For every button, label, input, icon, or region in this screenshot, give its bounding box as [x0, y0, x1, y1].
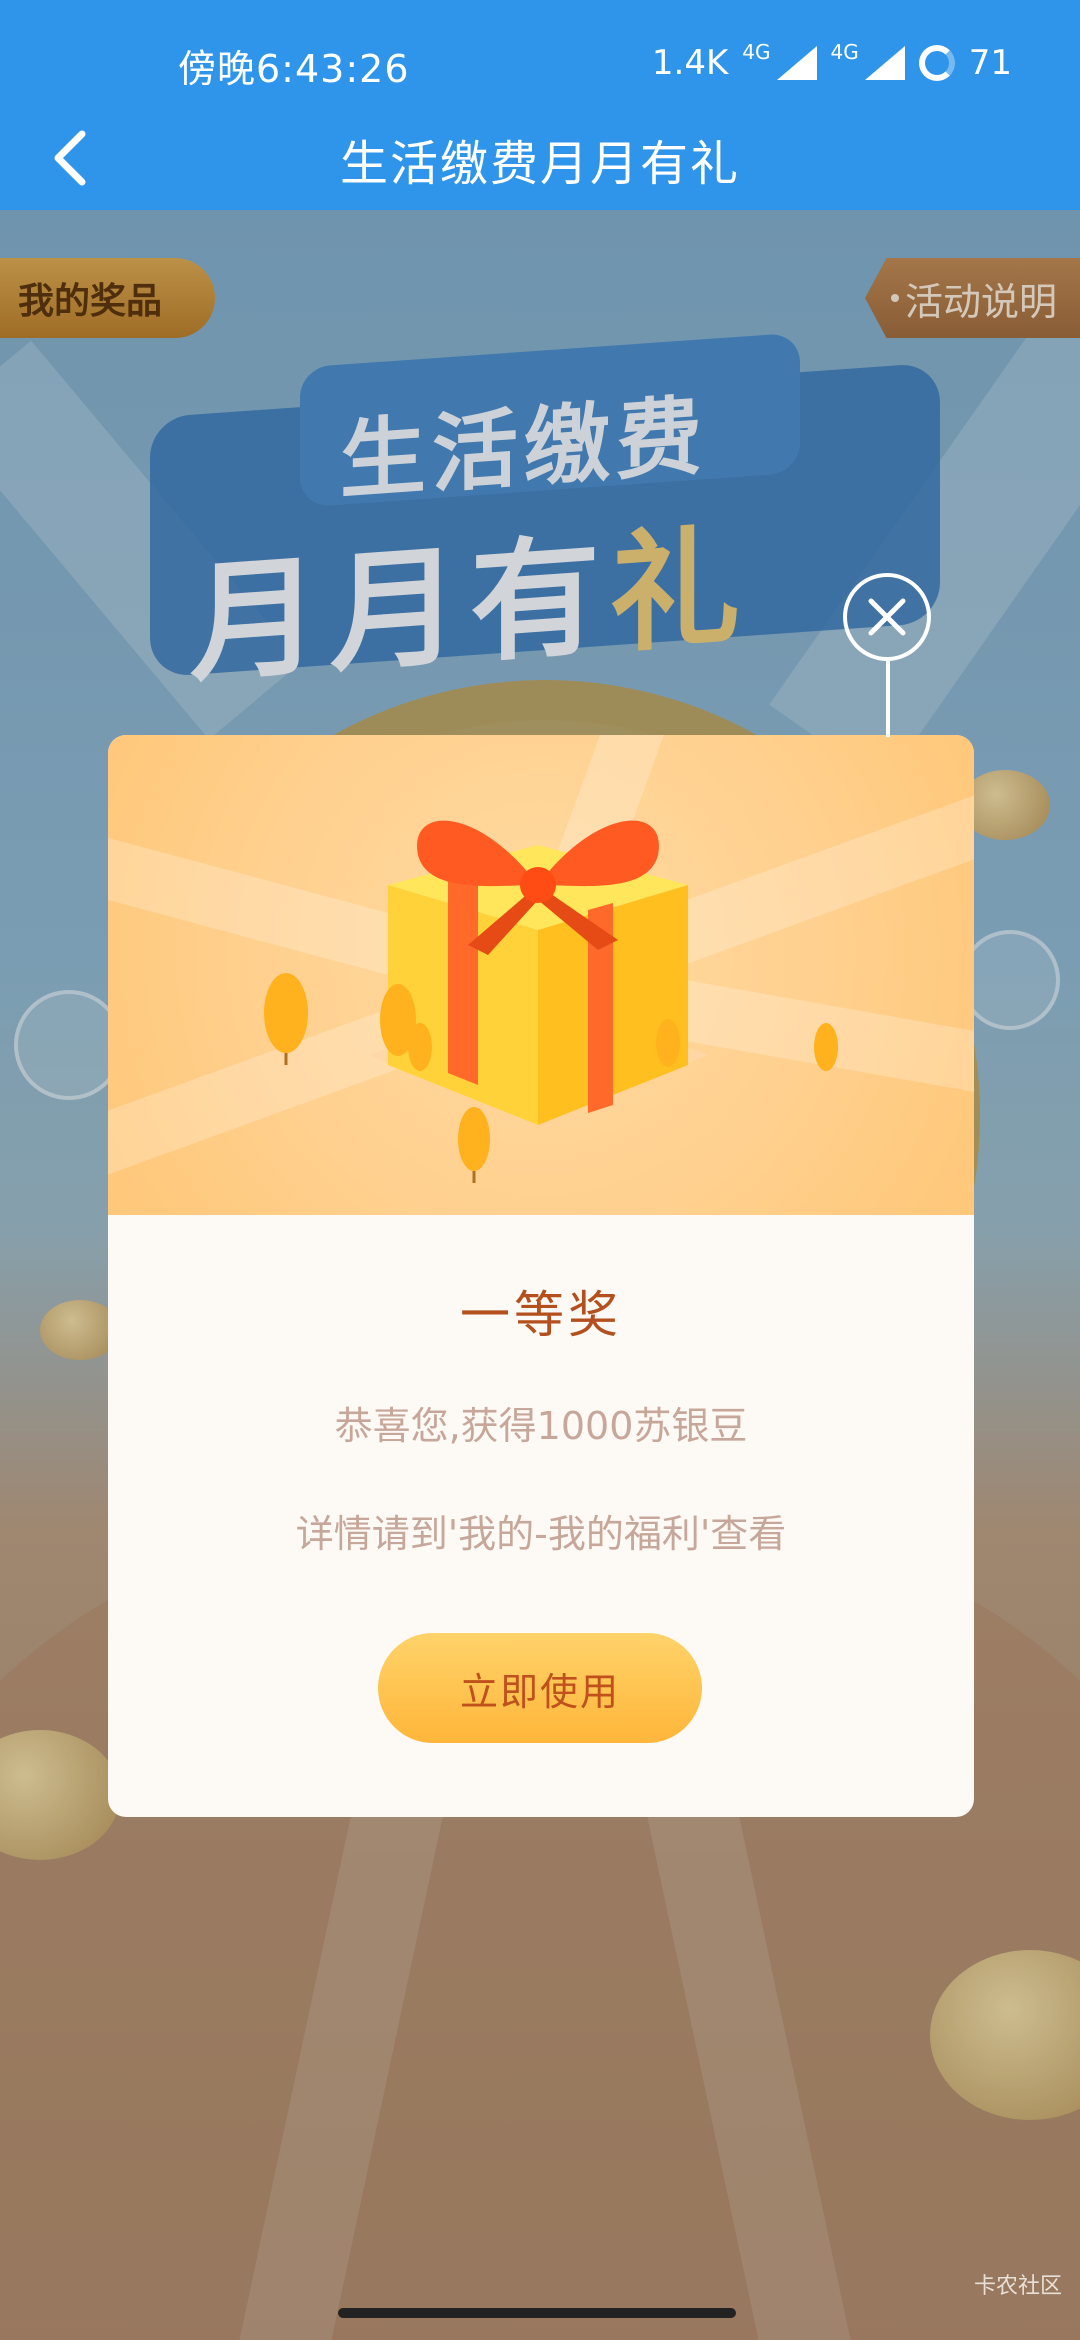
home-indicator[interactable] — [338, 2308, 736, 2318]
prize-title: 一等奖 — [460, 1286, 622, 1344]
prize-dialog: 一等奖 恭喜您,获得1000苏银豆 详情请到'我的-我的福利'查看 立即使用 — [108, 735, 974, 1817]
battery-level: 71 — [968, 43, 1012, 83]
gift-box-icon — [264, 820, 838, 1183]
status-bar: 傍晚6:43:26 1.4K 4G 4G 71 — [0, 0, 1080, 120]
status-time: 傍晚6:43:26 — [178, 47, 410, 91]
nav-bar: 生活缴费月月有礼 — [0, 110, 1080, 210]
prize-description: 恭喜您,获得1000苏银豆 — [334, 1404, 748, 1448]
prize-instructions: 详情请到'我的-我的福利'查看 — [295, 1512, 787, 1556]
network-type-2: 4G — [830, 40, 859, 64]
app-header: 傍晚6:43:26 1.4K 4G 4G 71 生活缴费月月有礼 — [0, 0, 1080, 210]
use-now-button[interactable]: 立即使用 — [378, 1633, 702, 1743]
dialog-hero — [108, 735, 974, 1215]
signal-icon — [776, 46, 817, 80]
battery-icon — [918, 45, 955, 81]
close-icon — [868, 598, 906, 636]
watermark: 卡农社区 — [973, 2274, 1062, 2299]
page-title: 生活缴费月月有礼 — [339, 136, 740, 192]
network-speed: 1.4K — [651, 43, 729, 83]
network-type-1: 4G — [742, 40, 771, 64]
close-connector — [886, 661, 890, 737]
signal-icon-2 — [864, 46, 905, 80]
status-indicators: 1.4K 4G 4G 71 — [652, 38, 1012, 88]
close-button[interactable] — [843, 573, 931, 661]
